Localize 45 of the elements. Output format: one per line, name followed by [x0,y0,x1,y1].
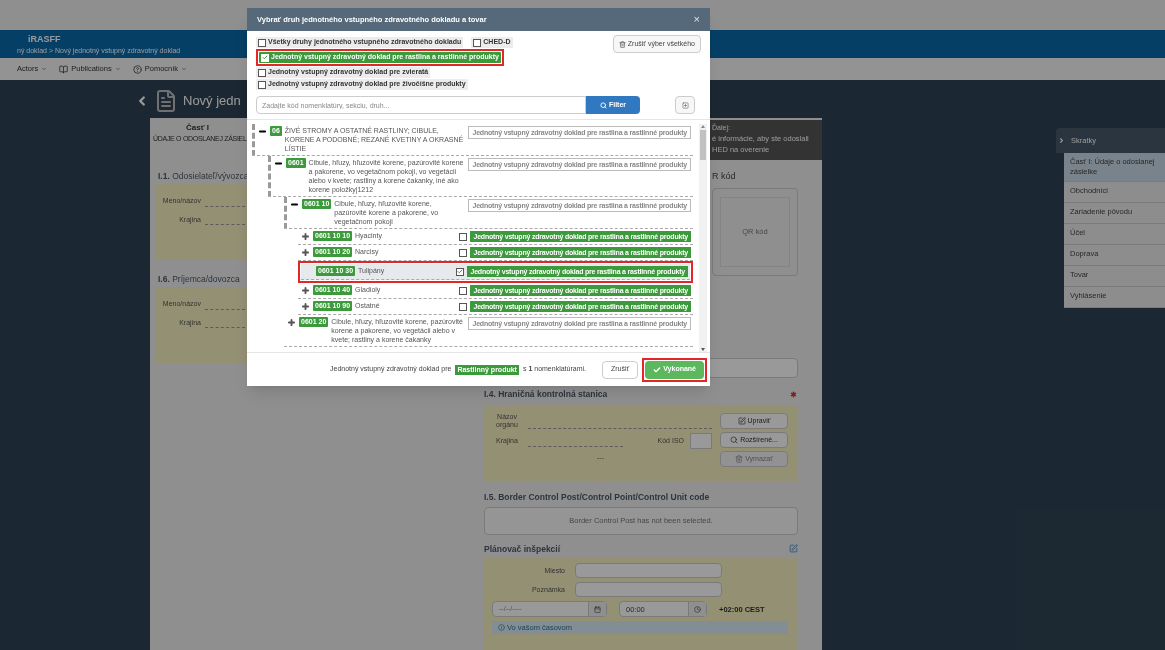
checkbox[interactable] [258,80,266,89]
section-heading: I.1. Odosielateľ/vývozca [157,170,249,182]
input-field[interactable] [690,432,712,449]
document-icon [154,88,178,114]
section-heading: I.4. Hraničná kontrolná stanica [484,388,608,401]
search-icon [730,435,739,444]
chevron-icon [1058,137,1065,144]
trash-icon [735,454,744,463]
checkbox[interactable] [459,286,468,295]
checkbox[interactable] [459,232,468,241]
caret-icon [41,66,48,72]
app-name: iRASFF [27,33,61,46]
expand-icon[interactable] [301,232,310,241]
section-heading: I.6. Príjemca/dovozca [157,273,240,285]
edit-icon [737,416,746,425]
expand-icon[interactable] [301,248,310,257]
part-title: Časť I [186,122,209,134]
scrollbar[interactable] [699,124,707,352]
checkbox[interactable] [459,248,468,257]
search-icon [599,101,607,109]
checkbox[interactable] [258,38,266,47]
checkbox[interactable] [459,302,468,311]
caret-icon [114,66,121,72]
checkbox[interactable] [258,68,266,77]
clock-icon [694,605,701,613]
plus-square-icon [681,101,689,109]
input-field[interactable] [575,582,722,598]
check-icon [653,365,662,374]
help-icon [132,64,142,74]
page-title: Nový jedn [183,92,241,111]
trash-icon [618,40,626,48]
info-icon [498,624,505,632]
qr-heading: R kód [711,170,736,183]
checkbox[interactable] [456,267,465,276]
book-icon [59,64,69,74]
calendar-icon [594,605,601,613]
expand-icon[interactable] [287,318,296,327]
close-button[interactable]: × [693,14,700,25]
checkbox[interactable] [473,38,482,47]
section-heading: Plánovač inšpekcií [484,542,561,556]
caret-icon [181,66,188,72]
section-heading: I.5. Border Control Post/Control Point/Control Unit code [484,490,710,504]
input-field[interactable] [575,563,722,579]
expand-icon[interactable] [301,302,310,311]
expand-icon[interactable] [301,286,310,295]
